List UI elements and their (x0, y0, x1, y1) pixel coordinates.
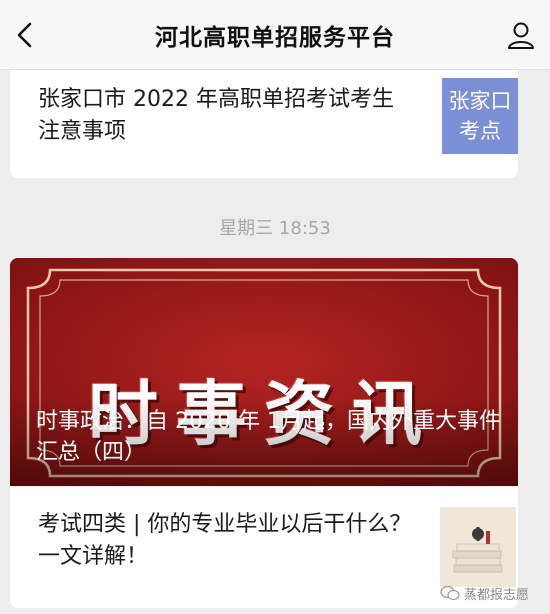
thumb-label-line2: 考点 (459, 119, 501, 143)
article-cover-banner[interactable]: 时事资讯 时事政治：自 2020 年 1月起，国内外重大事件汇总（四） (10, 258, 518, 486)
message-timestamp: 星期三 18:53 (219, 218, 331, 239)
article-title[interactable]: 张家口市 2022 年高职单招考试考生注意事项 (38, 84, 408, 148)
page-title: 河北高职单招服务平台 (155, 25, 395, 51)
watermark-text: 蒸都报志愿 (464, 587, 530, 603)
article-thumbnail[interactable]: 张家口 考点 (442, 78, 518, 154)
thumb-label-line1: 张家口 (448, 89, 512, 113)
profile-button[interactable] (504, 18, 538, 52)
watermark: 蒸都报志愿 (440, 582, 529, 604)
cover-article-title[interactable]: 时事政治：自 2020 年 1月起，国内外重大事件汇总（四） (36, 406, 506, 468)
article-group-card: 时事资讯 时事政治：自 2020 年 1月起，国内外重大事件汇总（四） 考试四类… (10, 258, 518, 608)
books-graphic-icon (440, 507, 516, 587)
nav-header: 河北高职单招服务平台 (0, 0, 550, 70)
wechat-logo-icon (440, 585, 460, 601)
user-icon (508, 22, 534, 49)
sub-article-thumbnail[interactable] (440, 507, 516, 587)
sub-article-title[interactable]: 考试四类 | 你的专业毕业以后干什么？一文详解！ (38, 509, 418, 573)
article-card[interactable]: 张家口市 2022 年高职单招考试考生注意事项 张家口 考点 (10, 70, 518, 178)
